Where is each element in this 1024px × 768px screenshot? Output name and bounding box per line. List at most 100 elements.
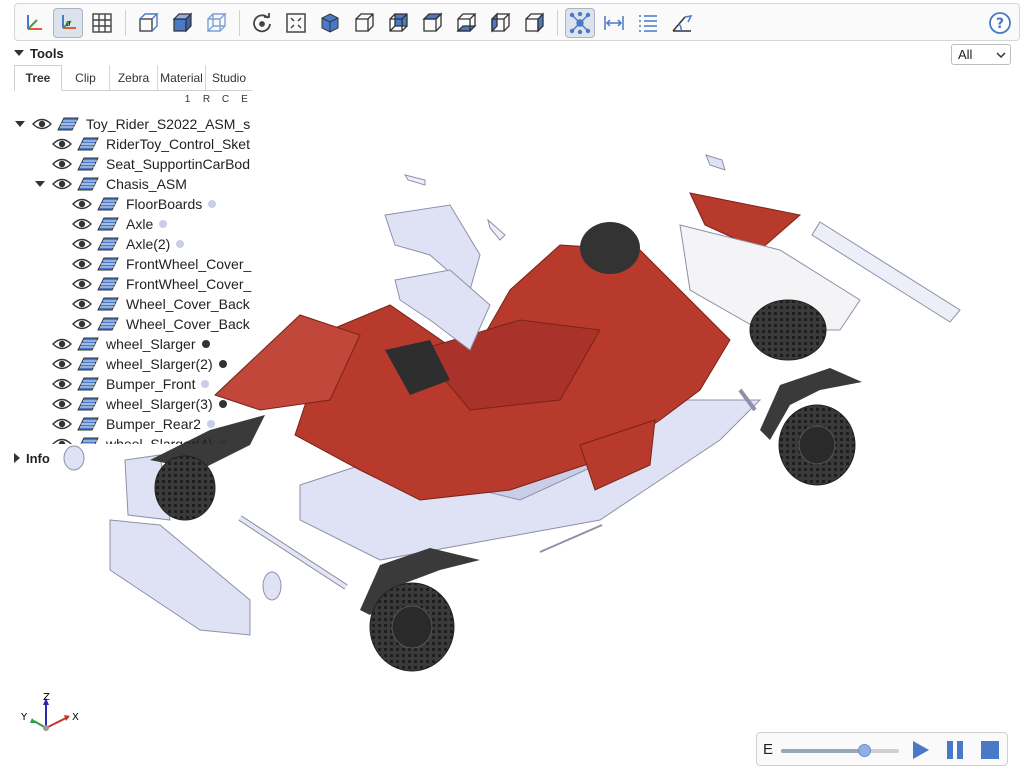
part-icon[interactable] [96,217,120,231]
x-axis-label: X [72,712,79,723]
visibility-select[interactable]: All [951,44,1011,65]
tree-item-label: Wheel_Cover_Back [126,296,250,312]
tools-panel-toggle[interactable]: Tools [14,44,64,62]
part-icon[interactable] [96,197,120,211]
tree-item[interactable]: Bumper_Front [34,374,252,394]
part-icon[interactable] [96,297,120,311]
column-header[interactable]: 1 [178,94,197,108]
visibility-select-value: All [958,47,973,62]
fit-view-icon[interactable] [281,8,311,38]
column-header[interactable]: E [235,94,254,108]
top-view-icon[interactable] [417,8,447,38]
help-icon[interactable]: ? [985,8,1015,38]
part-icon[interactable] [76,377,100,391]
tree-item[interactable]: Chasis_ASM [34,174,252,194]
bottom-view-icon[interactable] [451,8,481,38]
part-icon[interactable] [96,257,120,271]
solid-cube-icon[interactable] [167,8,197,38]
axes-triad-icon[interactable] [19,8,49,38]
tree-item[interactable]: Axle(2) [54,234,252,254]
eye-icon[interactable] [52,337,72,351]
part-icon[interactable] [96,277,120,291]
tree-item[interactable]: wheel_Slarger(4) [34,434,252,444]
tree-item[interactable]: Axle [54,214,252,234]
tree-item[interactable]: Toy_Rider_S2022_ASM_s [14,114,252,134]
explode-slider[interactable] [781,744,899,757]
eye-icon[interactable] [52,397,72,411]
eye-icon[interactable] [52,417,72,431]
part-icon[interactable] [76,397,100,411]
eye-icon[interactable] [52,157,72,171]
axes-origin-icon[interactable]: 0 [53,8,83,38]
part-icon[interactable] [76,357,100,371]
eye-icon[interactable] [32,117,52,131]
measure-angle-icon[interactable] [667,8,697,38]
part-icon[interactable] [76,417,100,431]
part-icon[interactable] [76,177,100,191]
eye-icon[interactable] [72,217,92,231]
tab-material[interactable]: Material [158,65,206,91]
front-view-icon[interactable] [349,8,379,38]
tree-item[interactable]: wheel_Slarger(3) [34,394,252,414]
tree-item[interactable]: FrontWheel_Cover_( [54,254,252,274]
color-dot [218,440,227,444]
eye-icon[interactable] [72,297,92,311]
part-icon[interactable] [76,337,100,351]
tree-item[interactable]: FloorBoards [54,194,252,214]
iso-view-icon[interactable] [315,8,345,38]
tab-clip[interactable]: Clip [62,65,110,91]
tree-item[interactable]: Seat_SupportinCarBod [34,154,252,174]
tree-item-label: Chasis_ASM [106,176,187,192]
part-icon[interactable] [76,157,100,171]
tab-tree[interactable]: Tree [14,65,62,91]
explode-animation-controls: E [756,732,1008,766]
part-icon[interactable] [96,317,120,331]
tree-item[interactable]: Wheel_Cover_Back [54,314,252,334]
part-icon[interactable] [96,237,120,251]
svg-text:0: 0 [66,20,70,28]
eye-icon[interactable] [52,137,72,151]
grid-icon[interactable] [87,8,117,38]
slider-knob[interactable] [857,744,871,757]
measure-distance-icon[interactable] [599,8,629,38]
tree-item[interactable]: FrontWheel_Cover_ [54,274,252,294]
eye-icon[interactable] [52,437,72,444]
eye-icon[interactable] [52,377,72,391]
tree-item[interactable]: wheel_Slarger [34,334,252,354]
tree-expander[interactable] [34,181,46,187]
transparent-cube-icon[interactable] [201,8,231,38]
part-icon[interactable] [76,137,100,151]
play-icon[interactable] [909,739,931,761]
eye-icon[interactable] [72,277,92,291]
tab-studio[interactable]: Studio [206,65,252,91]
tab-zebra[interactable]: Zebra [110,65,158,91]
tree-item[interactable]: wheel_Slarger(2) [34,354,252,374]
tree-item[interactable]: Bumper_Rear2 [34,414,252,434]
right-view-icon[interactable] [519,8,549,38]
column-header[interactable]: R [197,94,216,108]
eye-icon[interactable] [52,357,72,371]
tree-item[interactable]: RiderToy_Control_Sket [34,134,252,154]
left-view-icon[interactable] [485,8,515,38]
eye-icon[interactable] [72,257,92,271]
stop-icon[interactable] [979,739,1001,761]
perspective-cube-icon[interactable] [133,8,163,38]
part-icon[interactable] [76,437,100,444]
eye-icon[interactable] [72,317,92,331]
eye-icon[interactable] [72,197,92,211]
properties-list-icon[interactable] [633,8,663,38]
pause-icon[interactable] [944,739,966,761]
tools-tabs: Tree Clip Zebra Material Studio [14,65,252,91]
tree-item[interactable]: Wheel_Cover_Back [54,294,252,314]
column-header[interactable]: C [216,94,235,108]
explode-icon[interactable] [565,8,595,38]
tree-expander[interactable] [14,121,26,127]
eye-icon[interactable] [52,177,72,191]
part-icon[interactable] [56,117,80,131]
reset-rotate-icon[interactable] [247,8,277,38]
slider-fill [781,749,864,753]
rear-view-icon[interactable] [383,8,413,38]
eye-icon[interactable] [72,237,92,251]
info-panel-toggle[interactable]: Info [14,450,50,466]
color-dot [218,360,227,368]
